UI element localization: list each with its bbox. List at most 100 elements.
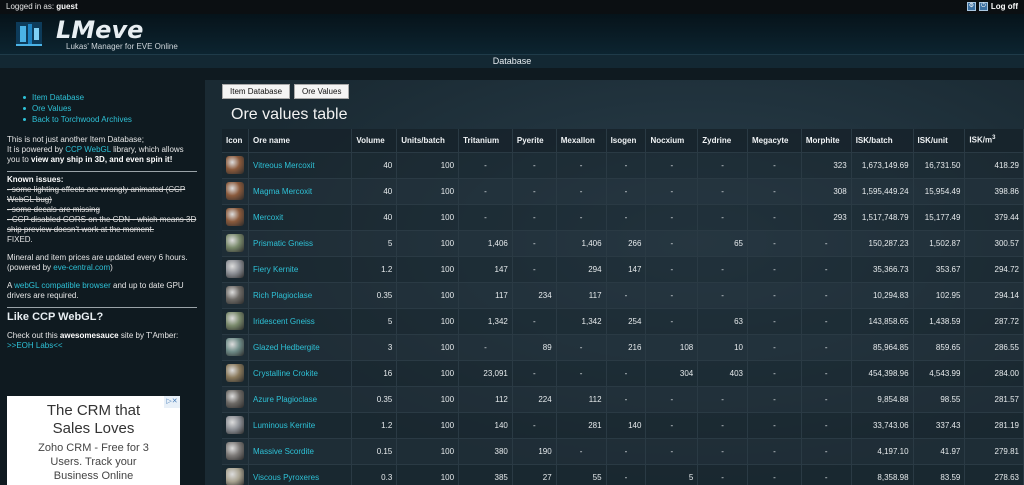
eoh-labs-link[interactable]: >>EOH Labs<< <box>7 341 199 351</box>
column-header-isk-unit[interactable]: ISK/unit <box>913 129 966 153</box>
cell-mexallon: 281 <box>556 412 607 439</box>
cell-morphite: 308 <box>801 178 852 205</box>
logoff-icon[interactable]: ⏻ <box>978 2 988 11</box>
column-header-isk-m[interactable]: ISK/m3 <box>964 129 1024 153</box>
prices-2-pre: (powered by <box>7 263 54 272</box>
ore-name-link[interactable]: Vitreous Mercoxit <box>248 152 353 179</box>
ore-name-link[interactable]: Glazed Hedbergite <box>248 334 353 361</box>
ore-icon <box>226 260 244 278</box>
cell-units-batch: 100 <box>396 282 460 309</box>
cell-isk-m: 278.63 <box>964 464 1024 485</box>
column-header-isogen[interactable]: Isogen <box>606 129 647 153</box>
cell-morphite: - <box>801 256 852 283</box>
column-header-zydrine[interactable]: Zydrine <box>697 129 749 153</box>
ore-name-link[interactable]: Crystalline Crokite <box>248 360 353 387</box>
cell-megacyte: - <box>747 438 802 465</box>
column-header-mexallon[interactable]: Mexallon <box>556 129 607 153</box>
top-right-controls: ⚙ ⏻ Log off <box>966 2 1018 11</box>
table-row[interactable]: Mercoxit 40 100- - - - - - -293 1,517,748.79 15,17… <box>222 204 1024 231</box>
sidebar-link-torchwood[interactable]: Back to Torchwood Archives <box>23 114 199 125</box>
ad-line-2: Sales Loves <box>52 420 135 437</box>
webgl-browser-link[interactable]: webGL compatible browser <box>14 281 111 290</box>
cell-isk-unit: 98.55 <box>913 386 966 413</box>
cell-units-batch: 100 <box>396 256 460 283</box>
settings-icon[interactable]: ⚙ <box>966 2 976 11</box>
column-header-pyerite[interactable]: Pyerite <box>512 129 557 153</box>
logoff-link[interactable]: Log off <box>991 2 1018 11</box>
cell-pyerite: - <box>512 230 557 257</box>
column-header-morphite[interactable]: Morphite <box>801 129 852 153</box>
cell-pyerite: - <box>512 360 557 387</box>
column-header-icon[interactable]: Icon <box>222 129 249 153</box>
cell-nocxium: 108 <box>645 334 699 361</box>
cell-isogen: 266 <box>606 230 647 257</box>
cell-morphite: - <box>801 360 852 387</box>
icon-cell <box>222 256 249 283</box>
known-issues: Known issues: - some lighting effects ar… <box>7 175 199 245</box>
table-row[interactable]: Viscous Pyroxeres 0.3 100 385 27 55-5- - -8,358… <box>222 464 1024 485</box>
table-row[interactable]: Massive Scordite 0.15 100 380 190- - - - - -4,197… <box>222 438 1024 465</box>
cell-isk-m: 300.57 <box>964 230 1024 257</box>
table-row[interactable]: Azure Plagioclase 0.35 100 112 224 112- - - - -9,… <box>222 386 1024 413</box>
icon-cell <box>222 438 249 465</box>
cell-zydrine: - <box>697 386 749 413</box>
cell-isk-m: 287.72 <box>964 308 1024 335</box>
sidebar-link-ore-values[interactable]: Ore Values <box>23 103 199 114</box>
icon-cell <box>222 230 249 257</box>
table-row[interactable]: Magma Mercoxit 40 100- - - - - - -308 1,595,449.2… <box>222 178 1024 205</box>
cell-morphite: - <box>801 282 852 309</box>
column-header-tritanium[interactable]: Tritanium <box>458 129 513 153</box>
ore-name-link[interactable]: Fiery Kernite <box>248 256 353 283</box>
intro-line-3: you to view any ship in 3D, and even spi… <box>7 155 199 165</box>
cell-isk-m: 284.00 <box>964 360 1024 387</box>
cell-tritanium: - <box>458 334 513 361</box>
sidebar-link-item-database[interactable]: Item Database <box>23 92 199 103</box>
cell-tritanium: - <box>458 204 513 231</box>
ad-line-5: Business Online <box>53 470 134 482</box>
ore-name-link[interactable]: Mercoxit <box>248 204 353 231</box>
sidebar-links: Item Database Ore Values Back to Torchwo… <box>23 92 199 125</box>
cell-isk-batch: 9,854.88 <box>851 386 914 413</box>
ore-name-link[interactable]: Prismatic Gneiss <box>248 230 353 257</box>
cell-isk-unit: 1,438.59 <box>913 308 966 335</box>
table-row[interactable]: Glazed Hedbergite 3 100-89-216 108 10- -85,96… <box>222 334 1024 361</box>
table-row[interactable]: Rich Plagioclase 0.35 100 117 234 117- - - - -10,… <box>222 282 1024 309</box>
column-header-isk-batch[interactable]: ISK/batch <box>851 129 914 153</box>
table-row[interactable]: Iridescent Gneiss 5 100 1,342-1,342 254-63- -… <box>222 308 1024 335</box>
ore-name-link[interactable]: Rich Plagioclase <box>248 282 353 309</box>
column-header-units-batch[interactable]: Units/batch <box>396 129 460 153</box>
cell-pyerite: - <box>512 152 557 179</box>
table-row[interactable]: Vitreous Mercoxit 40 100- - - - - - -323 1,673,14… <box>222 152 1024 179</box>
cell-mexallon: 55 <box>556 464 607 485</box>
eve-central-link[interactable]: eve-central.com <box>53 263 110 272</box>
ore-name-link[interactable]: Azure Plagioclase <box>248 386 353 413</box>
cell-zydrine: - <box>697 178 749 205</box>
advertisement[interactable]: ▷✕ The CRM that Sales Loves Zoho CRM - F… <box>7 396 180 485</box>
ore-name-link[interactable]: Massive Scordite <box>248 438 353 465</box>
cell-mexallon: - <box>556 152 607 179</box>
cell-nocxium: - <box>645 152 699 179</box>
tab-ore-values[interactable]: Ore Values <box>294 84 350 99</box>
column-header-volume[interactable]: Volume <box>351 129 398 153</box>
column-header-megacyte[interactable]: Megacyte <box>747 129 802 153</box>
column-header-nocxium[interactable]: Nocxium <box>645 129 699 153</box>
table-row[interactable]: Prismatic Gneiss 5 100 1,406-1,406 266-65- -1… <box>222 230 1024 257</box>
column-header-ore-name[interactable]: Ore name <box>248 129 353 153</box>
table-row[interactable]: Luminous Kernite 1.2 100 140-281 140- - - -33,7… <box>222 412 1024 439</box>
section-title[interactable]: Database <box>0 56 1024 66</box>
cell-units-batch: 100 <box>396 438 460 465</box>
ore-name-link[interactable]: Iridescent Gneiss <box>248 308 353 335</box>
cell-isk-unit: 16,731.50 <box>913 152 966 179</box>
tab-item-database[interactable]: Item Database <box>222 84 291 99</box>
ore-name-link[interactable]: Luminous Kernite <box>248 412 353 439</box>
cell-isk-m: 294.72 <box>964 256 1024 283</box>
table-row[interactable]: Crystalline Crokite 16 100 23,091- - -304 403-… <box>222 360 1024 387</box>
ad-choices-icon[interactable]: ▷✕ <box>164 396 180 408</box>
ore-name-link[interactable]: Viscous Pyroxeres <box>248 464 353 485</box>
cell-isk-batch: 33,743.06 <box>851 412 914 439</box>
ccp-webgl-link[interactable]: CCP WebGL <box>65 145 111 154</box>
ore-name-link[interactable]: Magma Mercoxit <box>248 178 353 205</box>
table-row[interactable]: Fiery Kernite 1.2 100 147-294 147- - - -35,366.… <box>222 256 1024 283</box>
app-title[interactable]: LMeve <box>56 16 143 44</box>
cell-mexallon: 294 <box>556 256 607 283</box>
